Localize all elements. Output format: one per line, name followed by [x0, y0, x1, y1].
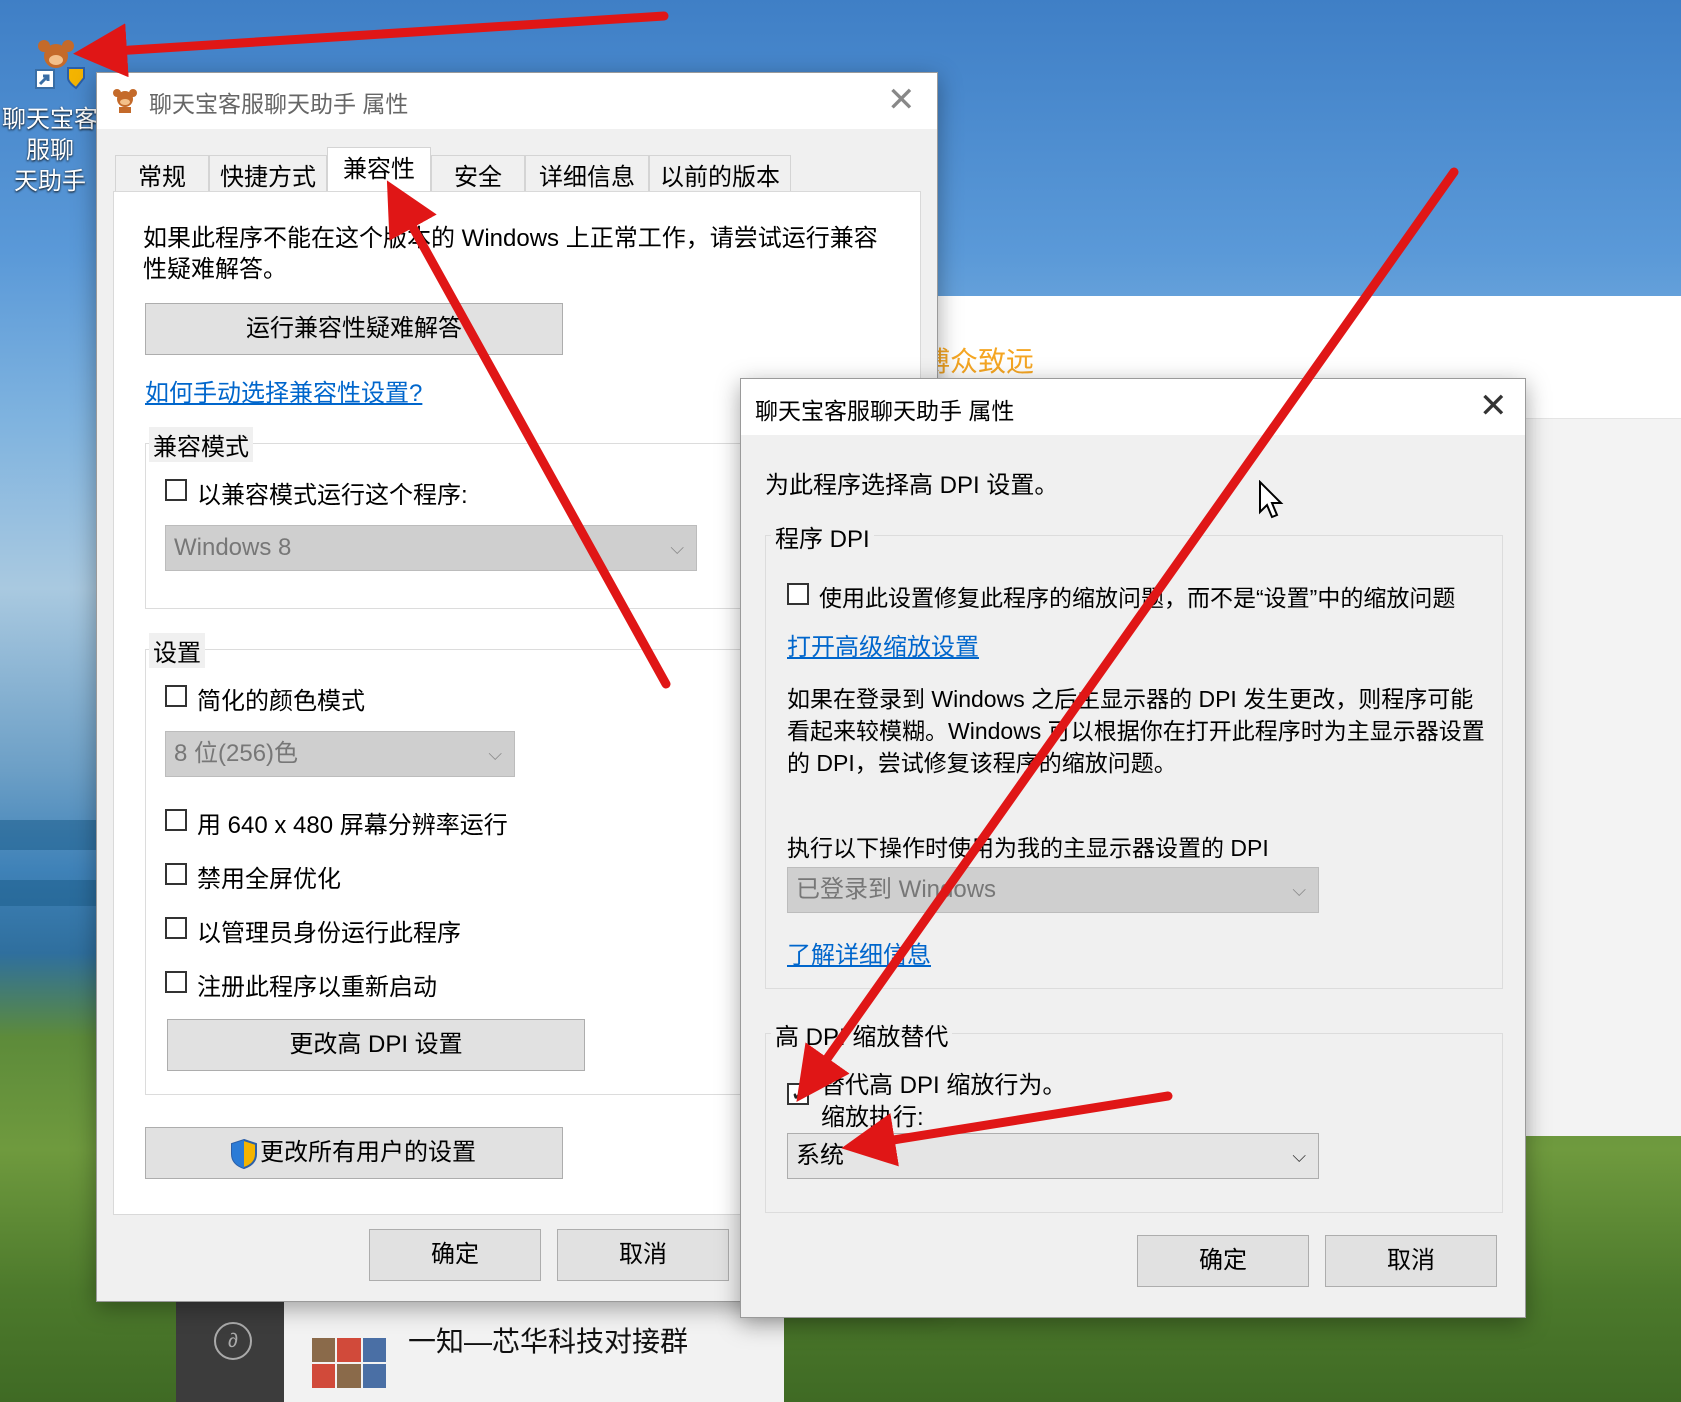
compat-intro: 如果此程序不能在这个版本的 Windows 上正常工作，请尝试运行兼容性疑难解答…	[143, 225, 878, 283]
reduced-color-checkbox[interactable]	[165, 685, 187, 707]
dpi-trigger-select[interactable]: 已登录到 Windows ⌵	[787, 867, 1319, 913]
chat-group-title: 一知—芯华科技对接群	[408, 1326, 689, 1357]
chevron-down-icon: ⌵	[1292, 1146, 1306, 1166]
color-depth-select[interactable]: 8 位(256)色 ⌵	[165, 731, 515, 777]
register-restart-label: 注册此程序以重新启动	[197, 974, 437, 1001]
color-depth-value: 8 位(256)色	[174, 740, 299, 767]
mouse-cursor-icon	[1259, 480, 1284, 519]
monkey-app-icon	[113, 89, 137, 113]
dpi-intro: 为此程序选择高 DPI 设置。	[765, 472, 1059, 499]
monkey-app-icon[interactable]	[34, 36, 88, 90]
group-avatar	[312, 1338, 386, 1388]
shortcut-label-text: 聊天宝客服聊 天助手	[2, 106, 98, 195]
disable-fullscreen-checkbox[interactable]	[165, 863, 187, 885]
dpi-dialog-titlebar: 聊天宝客服聊天助手 属性 ✕	[741, 379, 1525, 435]
dpi-override-label: 替代高 DPI 缩放行为。	[821, 1072, 1067, 1099]
advanced-scaling-link[interactable]: 打开高级缩放设置	[787, 627, 979, 662]
dpi-description: 如果在登录到 Windows 之后主显示器的 DPI 发生更改，则程序可能看起来…	[787, 686, 1485, 776]
cancel-button[interactable]: 取消	[1325, 1235, 1497, 1287]
reduced-color-label: 简化的颜色模式	[197, 688, 365, 715]
res-640-label: 用 640 x 480 屏幕分辨率运行	[197, 812, 508, 839]
program-dpi-title: 程序 DPI	[771, 519, 874, 554]
run-troubleshooter-button[interactable]: 运行兼容性疑难解答	[145, 303, 563, 355]
ok-button[interactable]: 确定	[369, 1229, 541, 1281]
shield-icon	[231, 1138, 257, 1170]
all-users-button[interactable]: 更改所有用户的设置	[145, 1127, 563, 1179]
use-dpi-label: 执行以下操作时使用为我的主显示器设置的 DPI	[787, 835, 1269, 861]
compat-mode-title: 兼容模式	[149, 427, 253, 462]
dpi-trigger-value: 已登录到 Windows	[796, 876, 997, 903]
change-dpi-button[interactable]: 更改高 DPI 设置	[167, 1019, 585, 1071]
window-title: 聊天宝客服聊天助手 属性	[149, 91, 409, 117]
close-icon[interactable]: ✕	[1479, 389, 1508, 423]
chevron-down-icon: ⌵	[670, 538, 684, 558]
close-icon[interactable]: ✕	[887, 83, 916, 117]
res-640-checkbox[interactable]	[165, 809, 187, 831]
disable-fullscreen-label: 禁用全屏优化	[197, 866, 341, 893]
chevron-down-icon: ⌵	[488, 744, 502, 764]
shortcut-label[interactable]: 聊天宝客服聊 天助手	[0, 104, 100, 197]
program-dpi-checkbox[interactable]	[787, 583, 809, 605]
window-title: 聊天宝客服聊天助手 属性	[755, 398, 1015, 424]
manual-compat-link[interactable]: 如何手动选择兼容性设置?	[145, 373, 422, 408]
learn-more-link[interactable]: 了解详细信息	[787, 935, 931, 970]
compat-mode-checkbox[interactable]	[165, 479, 187, 501]
program-dpi-label: 使用此设置修复此程序的缩放问题，而不是“设置”中的缩放问题	[819, 585, 1456, 611]
scaling-performer-value: 系统	[796, 1142, 844, 1169]
link-icon[interactable]: ∂	[214, 1322, 252, 1360]
all-users-label: 更改所有用户的设置	[260, 1139, 476, 1166]
register-restart-checkbox[interactable]	[165, 971, 187, 993]
properties-titlebar: 聊天宝客服聊天助手 属性 ✕	[97, 73, 937, 129]
compat-mode-label: 以兼容模式运行这个程序:	[197, 482, 468, 509]
compat-os-select[interactable]: Windows 8 ⌵	[165, 525, 697, 571]
run-as-admin-label: 以管理员身份运行此程序	[197, 920, 461, 947]
ok-button[interactable]: 确定	[1137, 1235, 1309, 1287]
dpi-settings-dialog: 聊天宝客服聊天助手 属性 ✕ 为此程序选择高 DPI 设置。 程序 DPI 使用…	[740, 378, 1526, 1318]
scaling-performer-select[interactable]: 系统 ⌵	[787, 1133, 1319, 1179]
run-as-admin-checkbox[interactable]	[165, 917, 187, 939]
compat-os-value: Windows 8	[174, 534, 292, 561]
cancel-button[interactable]: 取消	[557, 1229, 729, 1281]
settings-title: 设置	[149, 633, 205, 668]
chevron-down-icon: ⌵	[1292, 880, 1306, 900]
dpi-override-checkbox[interactable]	[787, 1079, 810, 1108]
scaling-performed-by-label: 缩放执行:	[821, 1104, 924, 1131]
dpi-override-title: 高 DPI 缩放替代	[771, 1017, 953, 1052]
background-app-brand-text: 博众致远	[922, 346, 1035, 377]
